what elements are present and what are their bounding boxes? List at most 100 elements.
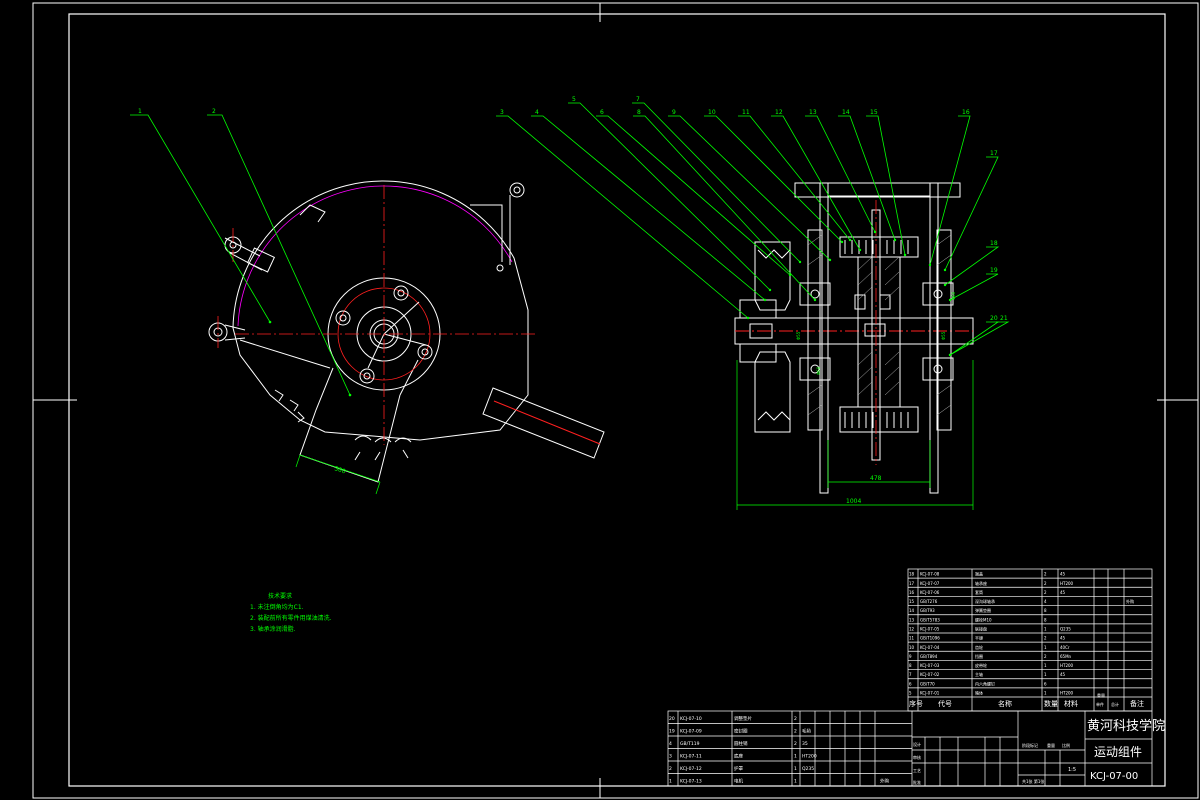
callout-dot-15 [903,253,907,257]
callout-dot-11 [848,238,852,242]
bom-cell: KCJ-07-08 [920,572,940,577]
weight-label: 重量 [1047,742,1055,748]
bom-header-total: 总计 [1111,701,1119,707]
callout-dot-3 [746,316,750,320]
title-block-cell: KCJ-07-10 [680,716,702,722]
svg-text:Φ55: Φ55 [941,331,946,340]
bom-cell: 螺栓M10 [975,616,992,622]
bom-header-qty: 数量 [1044,699,1058,708]
bom-header-code: 代号 [938,699,952,708]
callout-dot-5 [768,288,772,292]
callout-13: 13 [809,109,817,116]
bom-header-unit: 单件 [1096,701,1104,707]
callout-dot-14 [893,238,897,242]
callout-8: 8 [637,109,641,116]
bom-cell: 联接盘 [975,626,987,632]
callout-dot-13 [873,230,877,234]
svg-text:Φ55: Φ55 [796,331,801,340]
bom-cell: 外购 [1126,598,1134,604]
callout-17: 17 [990,150,998,157]
callout-dot-12 [858,248,862,252]
callout-dot-17 [943,268,947,272]
title-block-cell: 20 [669,716,675,722]
bom-header-weight: 重量 [1097,692,1105,698]
bom-cell: 端盖 [975,571,983,577]
bom-cell: 65Mn [1060,654,1072,659]
bom-cell: KCJ-07-05 [920,627,940,632]
title-block-cell: 1 [794,766,797,772]
title-block-cell: 1 [794,779,797,785]
callout-7: 7 [636,96,640,103]
bom-cell: 10 [909,645,915,650]
title-block-cell: KCJ-07-09 [680,729,702,735]
title-block-cell: KCJ-07-13 [680,779,702,785]
title-block-cell: 1 [669,779,672,785]
callout-20: 20 [990,315,998,322]
bom-cell: 轴承座 [975,580,987,586]
title-block-cell: 毛毡 [802,728,811,735]
bom-cell: GB/T1096 [920,636,940,641]
title-block-cell: 3 [669,754,672,760]
bom-cell: 13 [909,617,915,622]
title-block-cell: 护罩 [734,765,743,772]
callout-15: 15 [870,109,878,116]
approve-label: 批准 [913,779,921,785]
callout-1: 1 [138,108,142,115]
bom-cell: KCJ-07-03 [920,663,940,668]
title-block-cell: 2 [794,716,797,722]
bom-cell: GB/T70 [920,681,935,686]
callout-5: 5 [572,96,576,103]
callout-12: 12 [775,109,783,116]
school-name: 黄河科技学院 [1087,718,1165,734]
callout-9: 9 [672,109,676,116]
cad-drawing-sheet: 300 1 2 Φ55 Φ60 Φ55 Φ60 478 1004 3 45678… [0,0,1200,800]
bom-cell: 齿轮 [975,644,983,650]
bom-cell: 16 [909,590,915,595]
callout-4: 4 [535,109,539,116]
callout-dot-10 [840,240,844,244]
callout-10: 10 [708,109,716,116]
title-block-cell: 密封圈 [734,728,748,735]
svg-text:Φ60: Φ60 [816,366,821,375]
bom-cell: 45 [1060,636,1066,641]
bom-cell: 套筒 [975,589,983,595]
bom-header-material: 材料 [1064,699,1078,708]
checker-label: 审核 [913,754,921,760]
title-block-cell: 调整垫片 [734,715,752,722]
bom-cell: KCJ-07-04 [920,645,940,650]
callout-2: 2 [212,108,216,115]
title-block-cell: 2 [794,741,797,747]
designer-label: 设计 [913,741,921,747]
dimension-overall-label: 1004 [846,498,861,505]
title-block-cell: KCJ-07-11 [680,754,702,760]
bom-cell: 18 [909,572,915,577]
bom-cell: 深沟球轴承 [975,598,995,604]
bom-cell: HT200 [1060,581,1074,586]
bom-cell: 内六角螺钉 [975,680,995,686]
title-block-row: 3 KCJ-07-11 底座 1 HT200 [669,753,817,760]
title-block-cell: 底座 [734,753,743,760]
bom-cell: GB/T5783 [920,617,940,622]
title-block-cell: Q235 [802,766,814,772]
bom-cell: Q235 [1060,627,1071,632]
title-block-cell: 19 [669,729,675,735]
notes-title: 技术要求 [268,592,292,600]
bom-cell: 主轴 [975,671,983,677]
bom-cell: 40Cr [1060,645,1070,650]
title-block-cell: 2 [794,729,797,735]
bom-cell: 17 [909,581,915,586]
bom-cell: 箱体 [975,690,983,696]
callout-14: 14 [842,109,850,116]
title-block-cell: 圆柱销 [734,740,748,747]
bom-cell: KCJ-07-01 [920,691,940,696]
dimension-hub-label: 478 [870,475,882,482]
bom-cell: 皮带轮 [975,662,987,668]
bom-cell: HT200 [1060,663,1074,668]
callout-dot-4 [763,298,767,302]
scale-value: 1:5 [1068,767,1076,773]
title-block-cell: 外购 [880,778,889,785]
title-block-cell: 电机 [734,778,743,785]
bom-cell: 平键 [975,635,983,641]
process-label: 工艺 [913,768,921,773]
bom-header-name: 名称 [998,699,1012,708]
